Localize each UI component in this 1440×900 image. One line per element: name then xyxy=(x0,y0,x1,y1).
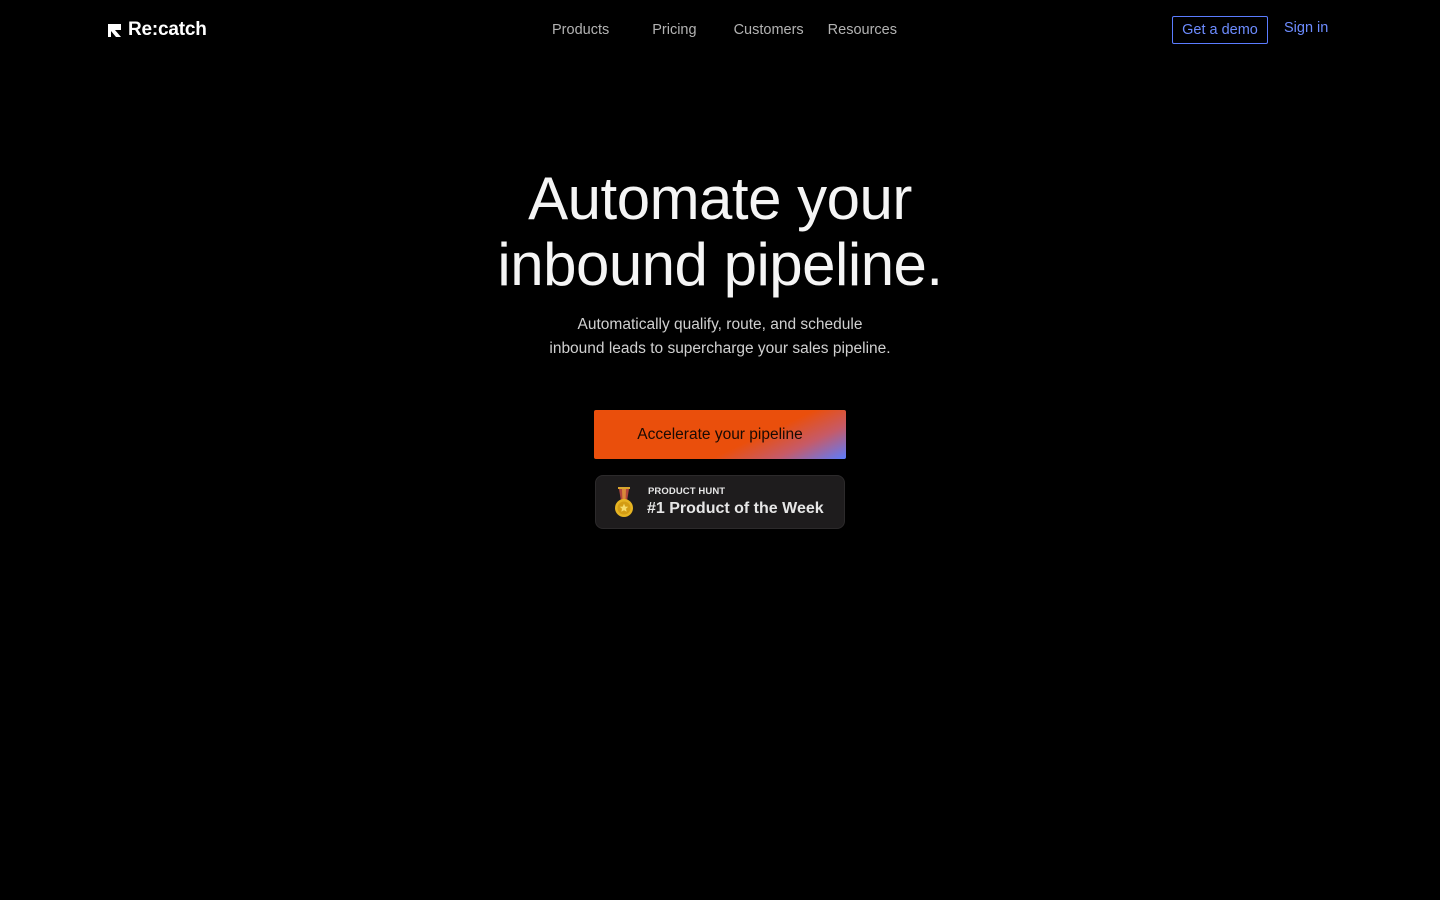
hero-title-line: Automate your xyxy=(528,165,912,232)
brand-logo-link[interactable]: Re:catch xyxy=(108,18,207,42)
hero-subtitle: Automatically qualify, route, and schedu… xyxy=(0,313,1440,361)
nav-item-resources[interactable]: Resources xyxy=(828,22,897,38)
main-nav: Products Pricing Customers Resources xyxy=(552,20,897,40)
badge-title: #1 Product of the Week xyxy=(647,500,824,517)
accelerate-pipeline-button[interactable]: Accelerate your pipeline xyxy=(594,410,846,459)
recatch-logo-icon xyxy=(108,23,121,37)
medal-icon xyxy=(615,487,633,517)
nav-item-customers[interactable]: Customers xyxy=(734,22,804,38)
site-header: Re:catch Products Pricing Customers Reso… xyxy=(0,0,1440,60)
hero-subtitle-line: inbound leads to supercharge your sales … xyxy=(549,340,891,357)
sign-in-link[interactable]: Sign in xyxy=(1284,20,1328,40)
product-hunt-badge[interactable]: PRODUCT HUNT #1 Product of the Week xyxy=(595,475,845,529)
get-demo-button[interactable]: Get a demo xyxy=(1172,16,1268,44)
landing-page: Re:catch Products Pricing Customers Reso… xyxy=(0,0,1440,900)
badge-kicker: PRODUCT HUNT xyxy=(648,486,726,497)
hero-subtitle-line: Automatically qualify, route, and schedu… xyxy=(577,316,863,333)
nav-item-products[interactable]: Products xyxy=(552,22,609,38)
hero-title: Automate your inbound pipeline. xyxy=(0,166,1440,298)
brand-name: Re:catch xyxy=(128,19,207,40)
nav-item-pricing[interactable]: Pricing xyxy=(652,22,696,38)
hero-title-line: inbound pipeline. xyxy=(497,231,943,298)
